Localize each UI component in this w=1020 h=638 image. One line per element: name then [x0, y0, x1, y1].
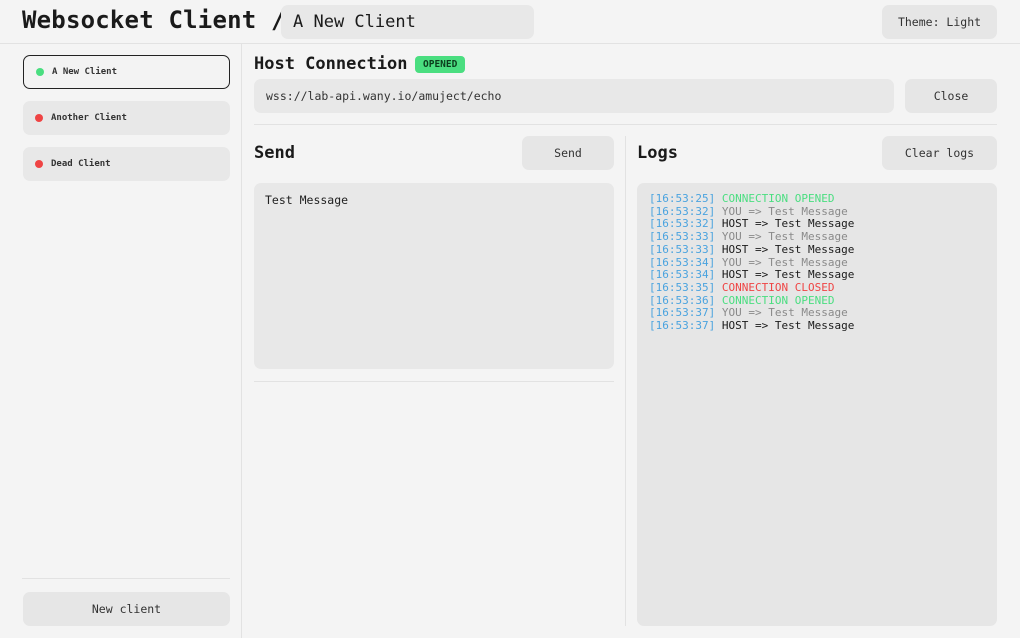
send-button[interactable]: Send	[522, 136, 614, 170]
log-timestamp: [16:53:34]	[649, 255, 716, 269]
log-timestamp: [16:53:32]	[649, 204, 716, 218]
clear-logs-button[interactable]: Clear logs	[882, 136, 997, 170]
client-name-input[interactable]	[281, 5, 534, 39]
log-message: CONNECTION OPENED	[721, 293, 835, 307]
client-item-label: Dead Client	[51, 159, 111, 169]
status-dot-icon	[35, 114, 43, 122]
log-timestamp: [16:53:33]	[649, 230, 716, 244]
host-url-input[interactable]	[254, 79, 894, 113]
log-message: HOST => Test Message	[721, 319, 855, 333]
log-message: CONNECTION CLOSED	[721, 280, 835, 294]
log-timestamp: [16:53:37]	[649, 306, 716, 320]
log-message: CONNECTION OPENED	[721, 192, 835, 205]
close-connection-button[interactable]: Close	[905, 79, 997, 113]
sidebar-divider	[22, 578, 230, 579]
theme-toggle-button[interactable]: Theme: Light	[882, 5, 997, 39]
log-message: HOST => Test Message	[721, 268, 855, 282]
log-timestamp: [16:53:33]	[649, 242, 716, 256]
log-message: YOU => Test Message	[721, 255, 848, 269]
log-message: YOU => Test Message	[721, 306, 848, 320]
log-message: YOU => Test Message	[721, 230, 848, 244]
sidebar-client-item[interactable]: Dead Client	[23, 147, 230, 181]
client-item-label: A New Client	[52, 67, 118, 77]
log-entry: [16:53:37] HOST => Test Message	[649, 319, 985, 333]
header-bar: Websocket Client / Theme: Light	[0, 0, 1020, 44]
host-connection-title: Host Connection	[254, 54, 408, 74]
log-timestamp: [16:53:34]	[649, 268, 716, 282]
connection-status-badge: OPENED	[415, 56, 466, 73]
logs-panel: [16:53:25] CONNECTION OPENED [16:53:32] …	[637, 183, 997, 626]
log-timestamp: [16:53:32]	[649, 217, 716, 231]
log-timestamp: [16:53:35]	[649, 280, 716, 294]
app-title: Websocket Client /	[22, 6, 286, 34]
status-dot-icon	[35, 160, 43, 168]
client-item-label: Another Client	[51, 113, 127, 123]
log-message: YOU => Test Message	[721, 204, 848, 218]
column-divider	[625, 136, 626, 626]
message-input[interactable]: Test Message	[254, 183, 614, 369]
log-timestamp: [16:53:36]	[649, 293, 716, 307]
sidebar: A New Client Another Client Dead Client …	[0, 44, 242, 638]
sidebar-client-item[interactable]: A New Client	[23, 55, 230, 89]
section-divider	[254, 124, 997, 125]
send-title: Send	[254, 143, 295, 163]
log-message: HOST => Test Message	[721, 217, 855, 231]
log-message: HOST => Test Message	[721, 242, 855, 256]
status-dot-icon	[36, 68, 44, 76]
send-divider	[254, 381, 614, 382]
new-client-button[interactable]: New client	[23, 592, 230, 626]
logs-title: Logs	[637, 143, 678, 163]
sidebar-client-item[interactable]: Another Client	[23, 101, 230, 135]
log-timestamp: [16:53:37]	[649, 319, 716, 333]
log-timestamp: [16:53:25]	[649, 192, 716, 205]
